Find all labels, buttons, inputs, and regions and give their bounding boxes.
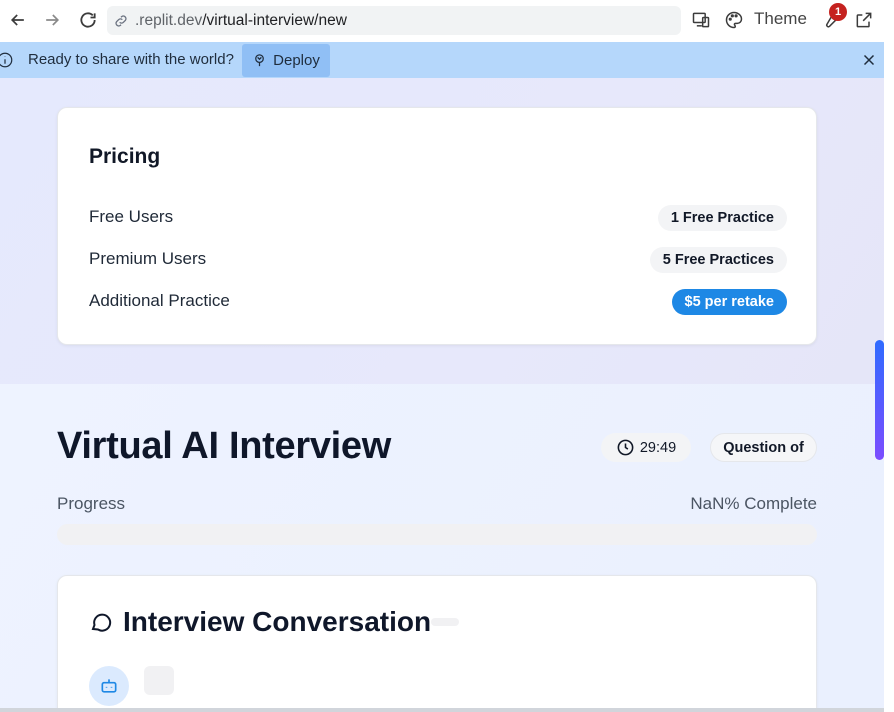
link-icon [113, 12, 131, 30]
url-path: /virtual-interview/new [202, 11, 347, 29]
deploy-banner: Ready to share with the world? Deploy [0, 42, 884, 78]
loading-skeleton [431, 618, 459, 626]
scrollbar-track[interactable] [884, 42, 894, 712]
url-host: .replit.dev [135, 11, 203, 29]
notification-badge: 1 [829, 3, 847, 21]
scrollbar-thumb[interactable] [875, 340, 884, 460]
external-link-icon[interactable] [852, 8, 876, 32]
timer-chip: 29:49 [601, 433, 691, 462]
price-pill-highlight: $5 per retake [671, 289, 787, 315]
theme-label[interactable]: Theme [754, 9, 807, 29]
palette-icon[interactable] [722, 8, 746, 32]
price-row-label: Free Users [89, 207, 174, 226]
question-counter: Question of [710, 433, 817, 462]
price-row-label: Premium Users [89, 249, 207, 268]
conversation-title: Interview Conversation [123, 606, 432, 637]
price-row-label: Additional Practice [89, 291, 230, 310]
divider [0, 708, 884, 712]
progress-bar [57, 524, 817, 545]
pricing-card: Pricing Free Users 1 Free Practice Premi… [57, 107, 817, 345]
price-pill: 1 Free Practice [657, 205, 787, 231]
avatar [89, 666, 129, 706]
bot-icon [101, 679, 117, 693]
page-title: Virtual AI Interview [57, 425, 391, 467]
banner-text: Ready to share with the world? [28, 51, 234, 68]
progress-percentage: NaN% Complete [690, 494, 817, 513]
forward-arrow-icon[interactable] [40, 8, 64, 32]
deploy-icon [255, 54, 265, 67]
price-row-premium: Premium Users 5 Free Practices [89, 247, 787, 273]
address-bar[interactable]: .replit.dev/virtual-interview/new [107, 6, 681, 35]
conversation-header: Interview Conversation [89, 606, 431, 638]
clock-icon [617, 439, 634, 456]
back-arrow-icon[interactable] [6, 8, 30, 32]
close-icon[interactable] [860, 51, 878, 69]
page-content: Pricing Free Users 1 Free Practice Premi… [0, 78, 884, 712]
price-row-free: Free Users 1 Free Practice [89, 205, 787, 231]
conversation-card: Interview Conversation [57, 575, 817, 712]
progress-label: Progress [57, 494, 126, 513]
timer-value: 29:49 [639, 439, 677, 456]
info-icon [0, 51, 14, 69]
chat-bubble-icon [91, 613, 112, 632]
browser-toolbar: .replit.dev/virtual-interview/new Theme … [0, 0, 894, 42]
price-row-additional: Additional Practice $5 per retake [89, 289, 787, 315]
reload-icon[interactable] [76, 8, 100, 32]
deploy-label: Deploy [273, 52, 320, 69]
message-skeleton [144, 666, 174, 695]
devices-icon[interactable] [689, 8, 713, 32]
price-pill: 5 Free Practices [649, 247, 787, 273]
deploy-button[interactable]: Deploy [242, 44, 330, 77]
pricing-title: Pricing [89, 145, 161, 168]
